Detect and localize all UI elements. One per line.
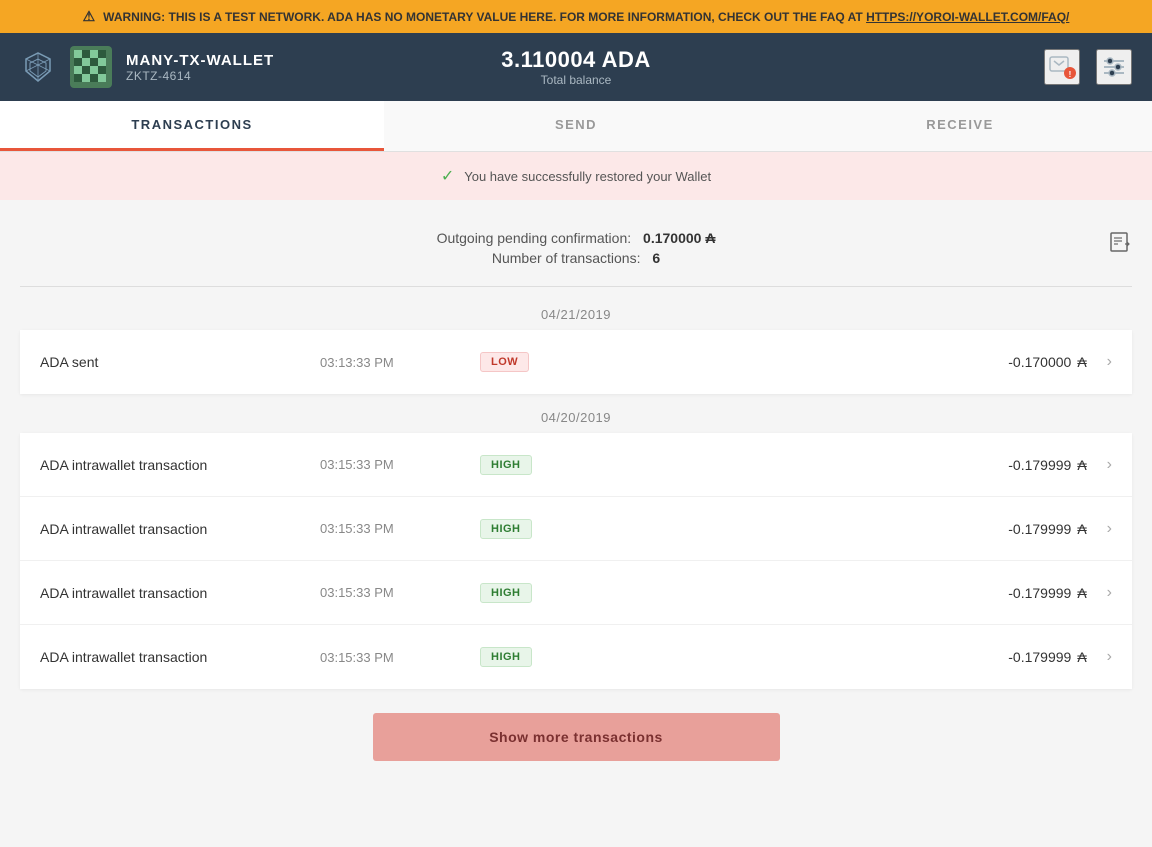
warning-banner: ⚠ WARNING: THIS IS A TEST NETWORK. ADA H… [0,0,1152,33]
tx-amount: -0.179999 ₳ › [580,456,1112,474]
tx-group-2: ADA intrawallet transaction 03:15:33 PM … [20,433,1132,689]
tx-group-1: ADA sent 03:13:33 PM LOW -0.170000 ₳ › [20,330,1132,394]
status-badge: HIGH [480,455,532,475]
settings-button[interactable] [1096,49,1132,85]
wallet-avatar [70,46,112,88]
header-balance: 3.110004 ADA Total balance [391,47,762,87]
table-row[interactable]: ADA intrawallet transaction 03:15:33 PM … [20,561,1132,625]
expand-icon[interactable]: › [1107,584,1112,602]
table-row[interactable]: ADA intrawallet transaction 03:15:33 PM … [20,497,1132,561]
ada-symbol: ₳ [1077,457,1086,473]
tab-receive[interactable]: RECEIVE [768,101,1152,151]
expand-icon[interactable]: › [1107,648,1112,666]
table-row[interactable]: ADA sent 03:13:33 PM LOW -0.170000 ₳ › [20,330,1132,394]
main-content: Outgoing pending confirmation: 0.170000 … [0,200,1152,791]
expand-icon[interactable]: › [1107,353,1112,371]
pending-line: Outgoing pending confirmation: 0.170000 … [437,230,716,246]
ada-symbol: ₳ [1077,585,1086,601]
tx-badge: LOW [480,352,580,372]
status-badge: HIGH [480,519,532,539]
svg-text:!: ! [1069,70,1072,79]
header-left: MANY-TX-WALLET ZKTZ-4614 [20,46,391,88]
status-badge: HIGH [480,647,532,667]
expand-icon[interactable]: › [1107,456,1112,474]
tx-amount: -0.179999 ₳ › [580,648,1112,666]
warning-text: WARNING: THIS IS A TEST NETWORK. ADA HAS… [103,10,1069,24]
tx-label: ADA intrawallet transaction [40,649,320,665]
notification-button[interactable]: ! [1044,49,1080,85]
pending-amount: 0.170000 ₳ [643,230,715,246]
success-message: You have successfully restored your Wall… [464,169,711,184]
warning-icon: ⚠ [83,8,96,25]
tx-count: 6 [652,250,660,266]
separator [20,286,1132,287]
export-button[interactable] [1108,230,1132,260]
tx-badge: HIGH [480,455,580,475]
check-icon: ✓ [441,166,454,186]
tx-badge: HIGH [480,583,580,603]
tab-send[interactable]: SEND [384,101,768,151]
success-banner: ✓ You have successfully restored your Wa… [0,152,1152,200]
tx-label: ADA intrawallet transaction [40,585,320,601]
ada-symbol: ₳ [1077,354,1086,370]
table-row[interactable]: ADA intrawallet transaction 03:15:33 PM … [20,625,1132,689]
tab-transactions[interactable]: TRANSACTIONS [0,101,384,151]
wallet-info: MANY-TX-WALLET ZKTZ-4614 [126,52,274,83]
tx-badge: HIGH [480,647,580,667]
ada-symbol: ₳ [1077,649,1086,665]
tx-time: 03:15:33 PM [320,585,480,600]
yoroi-logo [20,49,56,85]
tx-amount: -0.179999 ₳ › [580,584,1112,602]
expand-icon[interactable]: › [1107,520,1112,538]
tx-label: ADA intrawallet transaction [40,521,320,537]
tx-amount: -0.179999 ₳ › [580,520,1112,538]
status-badge: HIGH [480,583,532,603]
tx-amount: -0.170000 ₳ › [580,353,1112,371]
tab-bar: TRANSACTIONS SEND RECEIVE [0,101,1152,152]
tx-count-label: Number of transactions: [492,250,641,266]
wallet-name: MANY-TX-WALLET [126,52,274,69]
tx-label: ADA intrawallet transaction [40,457,320,473]
header-actions: ! [761,49,1132,85]
tx-label: ADA sent [40,354,320,370]
date-separator-2: 04/20/2019 [20,398,1132,433]
tx-time: 03:13:33 PM [320,355,480,370]
warning-link[interactable]: HTTPS://YOROI-WALLET.COM/FAQ/ [866,10,1069,24]
tx-badge: HIGH [480,519,580,539]
show-more-button[interactable]: Show more transactions [373,713,780,761]
tx-time: 03:15:33 PM [320,650,480,665]
status-badge: LOW [480,352,529,372]
pending-label: Outgoing pending confirmation: [437,230,632,246]
balance-amount: 3.110004 ADA [391,47,762,73]
balance-label: Total balance [391,73,762,87]
tx-time: 03:15:33 PM [320,521,480,536]
tx-count-line: Number of transactions: 6 [492,250,660,266]
ada-symbol: ₳ [1077,521,1086,537]
date-separator-1: 04/21/2019 [20,295,1132,330]
tx-time: 03:15:33 PM [320,457,480,472]
table-row[interactable]: ADA intrawallet transaction 03:15:33 PM … [20,433,1132,497]
summary-section: Outgoing pending confirmation: 0.170000 … [20,220,1132,286]
header: MANY-TX-WALLET ZKTZ-4614 3.110004 ADA To… [0,33,1152,101]
wallet-id: ZKTZ-4614 [126,69,274,83]
